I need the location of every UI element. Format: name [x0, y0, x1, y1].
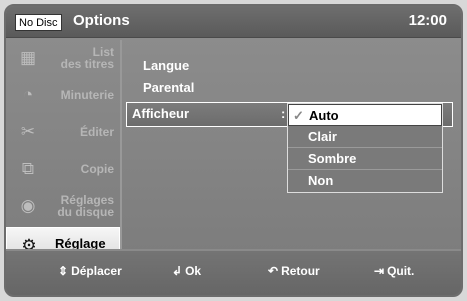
menu-item-langue[interactable]: Langue [143, 58, 189, 73]
sidebar-item-label: Minuterie [60, 88, 114, 102]
quit-hint[interactable]: ⇥ Quit. [374, 264, 414, 278]
film-icon: ▦ [19, 48, 37, 67]
sidebar: ▦ List des titres ◔ Minuterie ✂ Éditer ⧉ … [6, 40, 120, 262]
sidebar-item-label: List des titres [60, 45, 114, 71]
exit-icon: ⇥ [374, 264, 385, 278]
disc-icon: ◉ [20, 196, 36, 215]
sidebar-item-label: Copie [80, 162, 114, 176]
updown-arrows-icon: ⇕ [58, 264, 69, 278]
sidebar-item-disc-settings[interactable]: ◉ Réglages du disque [6, 188, 120, 224]
move-hint: ⇕ Déplacer [58, 264, 122, 278]
header-bar: No Disc Options 12:00 [6, 6, 461, 38]
sidebar-item-timer[interactable]: ◔ Minuterie [6, 77, 120, 113]
back-hint[interactable]: ↶ Retour [268, 264, 320, 278]
option-clair[interactable]: Clair [288, 126, 442, 148]
menu-item-parental[interactable]: Parental [143, 80, 194, 95]
sidebar-item-label: Éditer [79, 125, 114, 139]
sidebar-item-copy[interactable]: ⧉ Copie [6, 151, 120, 187]
option-sombre[interactable]: Sombre [288, 148, 442, 170]
no-disc-badge: No Disc [15, 14, 62, 31]
options-screen: No Disc Options 12:00 ▦ List des titres ◔… [4, 4, 463, 297]
option-auto[interactable]: ✓ Auto [288, 104, 442, 126]
menu-item-colon: : [281, 106, 286, 121]
page-title: Options [73, 12, 130, 29]
option-non[interactable]: Non [288, 170, 442, 192]
scissors-icon: ✂ [20, 122, 36, 141]
enter-icon: ↲ [172, 264, 183, 278]
return-icon: ↶ [268, 264, 279, 278]
sidebar-item-edit[interactable]: ✂ Éditer [6, 114, 120, 150]
display-dropdown[interactable]: ✓ Auto Clair Sombre Non [287, 103, 443, 193]
sidebar-divider [120, 40, 122, 253]
check-icon: ✓ [293, 108, 304, 123]
clock-icon: ◔ [22, 85, 34, 104]
ok-hint[interactable]: ↲ Ok [172, 264, 201, 278]
sidebar-item-title-list[interactable]: ▦ List des titres [6, 40, 120, 76]
menu-item-label: Afficheur [132, 106, 190, 121]
sidebar-item-label: Réglages du disque [57, 193, 114, 219]
footer-bar: ⇕ Déplacer ↲ Ok ↶ Retour ⇥ Quit. [6, 249, 461, 295]
copy-icon: ⧉ [21, 159, 35, 178]
clock-time: 12:00 [408, 12, 447, 29]
